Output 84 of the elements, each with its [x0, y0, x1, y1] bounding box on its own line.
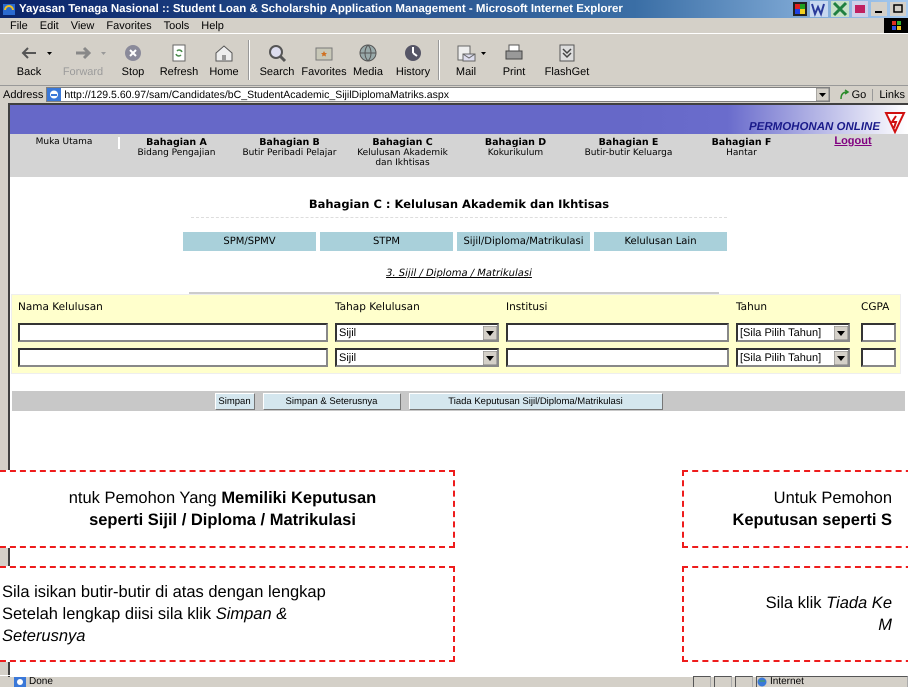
toolbar-button[interactable]: FlashGet [538, 42, 596, 78]
callout-text: Sila klik Tiada Ke M [764, 593, 892, 636]
dropdown[interactable]: Sijil [335, 348, 499, 367]
colour-squares-icon[interactable] [793, 2, 807, 16]
page-icon [47, 88, 62, 101]
tab[interactable]: Kelulusan Lain [594, 232, 727, 251]
nav-item[interactable]: Bahagian E Butir-butir Keluarga [572, 137, 685, 177]
status-panel [693, 676, 711, 687]
toolbar-button[interactable]: Back [2, 42, 56, 78]
column-label: Tahun [736, 301, 768, 315]
globe-icon [357, 42, 379, 64]
go-button[interactable]: Go [832, 88, 874, 100]
toolbar-button[interactable]: Favorites [302, 42, 346, 78]
menu-item[interactable]: Tools [158, 20, 196, 32]
menu-item[interactable]: View [64, 20, 100, 32]
window-title: Yayasan Tenaga Nasional :: Student Loan & Scholarship Application Management - Microsoft Internet Explorer [19, 3, 624, 15]
dropdown-arrow-icon[interactable] [816, 88, 829, 101]
input-field[interactable] [506, 323, 729, 342]
nav-item[interactable]: Muka Utama [10, 137, 118, 147]
browser-logo-icon [2, 2, 16, 16]
toolbar-button[interactable]: Search [252, 42, 302, 78]
nav-item[interactable]: Bahagian B Butir Peribadi Pelajar [233, 137, 346, 177]
menu-item[interactable]: Help [195, 20, 230, 32]
zone-text: Internet [770, 676, 804, 687]
slide-icon[interactable] [852, 1, 868, 17]
input-field[interactable] [18, 323, 328, 342]
logout-link[interactable]: Logout [834, 135, 872, 147]
form-button[interactable]: Simpan & Seterusnya [262, 392, 400, 410]
callout-text: ntuk Pemohon Yang Memiliki Keputusan seperti Sijil / Diploma / Matrikulasi [68, 488, 378, 531]
subsection-title: 3. Sijil / Diploma / Matrikulasi [386, 268, 532, 279]
address-label: Address [3, 88, 44, 100]
maximize-icon[interactable] [890, 2, 906, 16]
dropdown[interactable]: [Sila Pilih Tahun] [736, 323, 850, 342]
lightning-logo-icon [884, 110, 906, 134]
globe-icon [757, 676, 767, 686]
toolbar-button[interactable]: Media [346, 42, 390, 78]
column-label: CGPA [861, 301, 890, 315]
form-button[interactable]: Tiada Keputusan Sijil/Diploma/Matrikulasi [408, 392, 662, 410]
dropdown-arrow-icon [483, 350, 497, 364]
callout-text: Sila isikan butir-butir di atas dengan lengkap Setelah lengkap diisi sila klik Simpan & Seterusnya [2, 582, 327, 647]
input-field[interactable] [861, 323, 896, 342]
nav-item[interactable]: Bahagian D Kokurikulum [459, 137, 572, 177]
toolbar-button[interactable]: Mail [442, 42, 490, 78]
banner-title: PERMOHONAN ONLINE [749, 121, 880, 133]
toolbar-button[interactable]: History [390, 42, 436, 78]
column-label: Tahap Kelulusan [335, 301, 421, 315]
tab[interactable]: STPM [320, 232, 453, 251]
nav-item[interactable]: Bahagian A Bidang Pengajian [120, 137, 233, 177]
status-panel [735, 676, 753, 687]
spreadsheet-x-icon[interactable] [831, 1, 849, 17]
dropdown-arrow-icon [834, 350, 848, 364]
column-label: Nama Kelulusan [18, 301, 104, 315]
input-field[interactable] [861, 348, 896, 367]
menu-item[interactable]: File [4, 20, 34, 32]
toolbar-button[interactable]: Stop [110, 42, 156, 78]
menu-item[interactable]: Favorites [100, 20, 158, 32]
form-button[interactable]: Simpan [214, 392, 254, 410]
minimize-icon[interactable] [871, 2, 887, 16]
toolbar-button[interactable]: Home [202, 42, 246, 78]
go-arrow-icon [838, 89, 850, 100]
links-button[interactable]: Links [876, 88, 908, 100]
dropdown-caret-icon[interactable] [47, 52, 52, 54]
windows-flag-icon [884, 18, 908, 33]
tab[interactable]: SPM/SPMV [183, 232, 316, 251]
address-field[interactable]: http://129.5.60.97/sam/Candidates/bC_StudentAcademic_SijilDiplomaMatriks.aspx [46, 87, 830, 102]
nav-item[interactable]: Bahagian F Hantar [685, 137, 798, 177]
callout-text: Untuk Pemohon Keputusan seperti S [731, 488, 892, 531]
toolbar-button[interactable]: Refresh [156, 42, 202, 78]
toolbar-button[interactable]: Print [490, 42, 538, 78]
dropdown-arrow-icon [483, 326, 497, 340]
tab[interactable]: Sijil/Diploma/Matrikulasi [457, 232, 590, 251]
dropdown-caret-icon[interactable] [481, 52, 486, 54]
status-text: Done [29, 676, 54, 687]
status-panel [714, 676, 732, 687]
column-label: Institusi [506, 301, 548, 315]
menu-item[interactable]: Edit [34, 20, 65, 32]
document-w-icon[interactable] [810, 1, 828, 17]
dropdown[interactable]: [Sila Pilih Tahun] [736, 348, 850, 367]
input-field[interactable] [506, 348, 729, 367]
section-heading: Bahagian C : Kelulusan Akademik dan Ikhtisas [190, 197, 728, 218]
nav-item[interactable]: Bahagian C Kelulusan Akademik dan Ikhtisas [352, 137, 452, 177]
dropdown[interactable]: Sijil [335, 323, 499, 342]
input-field[interactable] [18, 348, 328, 367]
dropdown-arrow-icon [834, 326, 848, 340]
